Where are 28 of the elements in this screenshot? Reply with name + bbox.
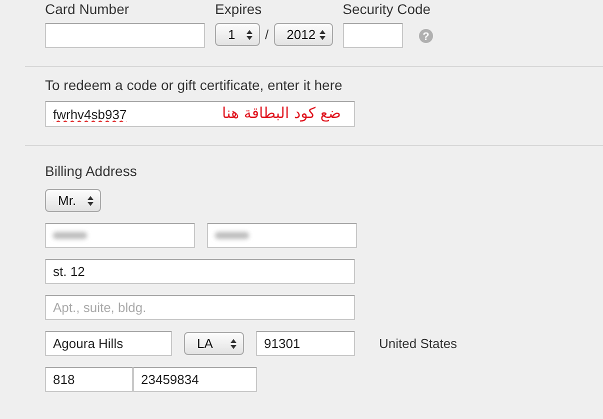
street-field[interactable]: st. 12	[45, 259, 355, 284]
apartment-field[interactable]: Apt., suite, bldg.	[45, 295, 355, 320]
stepper-arrows-icon	[246, 30, 253, 40]
city-field[interactable]: Agoura Hills	[45, 331, 172, 356]
annotation-text: ضع كود البطاقة هنا	[222, 104, 341, 122]
blurred-text	[215, 232, 249, 239]
phone-field[interactable]: 23459834	[133, 367, 257, 392]
security-code-label: Security Code	[342, 1, 432, 18]
salutation-select[interactable]: Mr.	[45, 189, 101, 212]
date-separator: /	[265, 27, 269, 42]
name-field[interactable]	[207, 223, 357, 248]
stepper-arrows-icon	[318, 30, 326, 40]
name-field[interactable]	[45, 223, 195, 248]
blurred-text	[53, 232, 87, 239]
country-label: United States	[379, 336, 458, 351]
billing-address-title: Billing Address	[45, 163, 138, 180]
stepper-arrows-icon	[230, 338, 237, 348]
card-number-label: Card Number	[45, 1, 130, 18]
security-code-field[interactable]	[342, 23, 403, 48]
state-select[interactable]: LA	[184, 332, 244, 355]
redeem-label: To redeem a code or gift certificate, enter it here	[45, 77, 344, 94]
phone-field[interactable]: 818	[45, 367, 133, 392]
zip-field[interactable]: 91301	[256, 331, 355, 356]
stepper-arrows-icon	[87, 196, 94, 206]
year-select[interactable]: 2012	[274, 23, 333, 46]
card-number-field[interactable]	[45, 23, 205, 48]
month-select[interactable]: 1	[215, 23, 260, 46]
expires-label: Expires	[215, 1, 263, 18]
